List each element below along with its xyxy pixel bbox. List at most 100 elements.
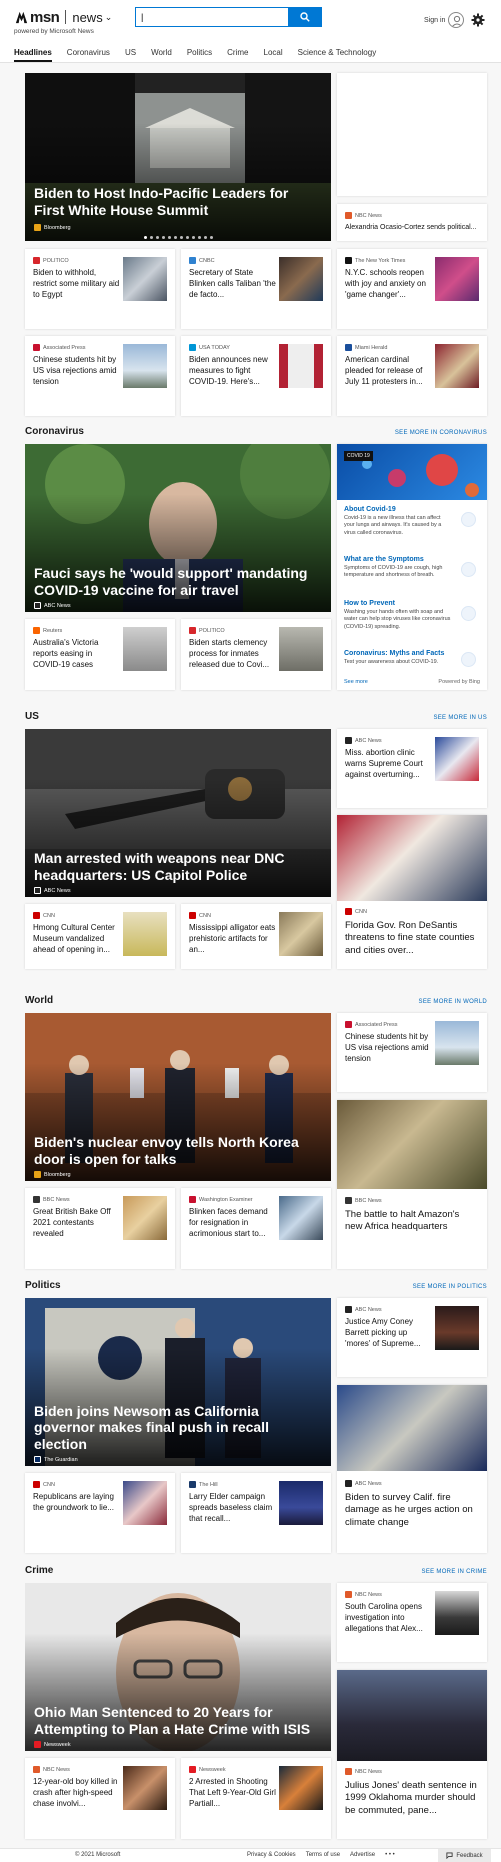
card-title[interactable]: 2 Arrested in Shooting That Left 9-Year-…	[189, 1777, 277, 1809]
news-card-large[interactable]: BBC News The battle to halt Amazon's new…	[337, 1100, 487, 1269]
card-title[interactable]: Biden announces new measures to fight CO…	[189, 355, 277, 387]
card-title[interactable]: Chinese students hit by US visa rejectio…	[345, 1032, 433, 1064]
avatar[interactable]	[448, 12, 464, 28]
card-title[interactable]: Mississippi alligator eats prehistoric a…	[189, 923, 277, 955]
carousel-dot[interactable]	[197, 236, 201, 239]
card-title[interactable]: American cardinal pleaded for release of…	[345, 355, 433, 387]
carousel-dot[interactable]	[191, 236, 195, 239]
news-card[interactable]: CNN Hmong Cultural Center Museum vandali…	[25, 904, 175, 969]
card-title[interactable]: Blinken faces demand for resignation in …	[189, 1207, 277, 1239]
covid-item-about[interactable]: About Covid-19 Covid-19 is a new illness…	[344, 506, 480, 537]
news-card[interactable]: BBC News Great British Bake Off 2021 con…	[25, 1188, 175, 1269]
news-card[interactable]: ABC News Justice Amy Coney Barrett picki…	[337, 1298, 487, 1377]
carousel-dot[interactable]	[209, 236, 213, 239]
hero-headline[interactable]: Biden to Host Indo-Pacific Leaders for F…	[34, 185, 321, 219]
hero-headline[interactable]: Biden's nuclear envoy tells North Korea …	[34, 1134, 321, 1168]
see-more-coronavirus[interactable]: SEE MORE IN CORONAVIRUS	[395, 430, 487, 436]
card-title[interactable]: Biden starts clemency process for inmate…	[189, 638, 277, 670]
tab-us[interactable]: US	[125, 48, 136, 62]
coronavirus-hero-card[interactable]: Fauci says he 'would support' mandating …	[25, 444, 331, 612]
carousel-dot[interactable]	[161, 236, 165, 239]
tab-local[interactable]: Local	[264, 48, 283, 62]
hero-headline[interactable]: Ohio Man Sentenced to 20 Years for Attem…	[34, 1704, 321, 1738]
covid-item-title[interactable]: Coronavirus: Myths and Facts	[344, 650, 480, 657]
news-card[interactable]: Washington Examiner Blinken faces demand…	[181, 1188, 331, 1269]
feedback-button[interactable]: Feedback	[438, 1849, 491, 1862]
card-title[interactable]: Great British Bake Off 2021 contestants …	[33, 1207, 121, 1239]
covid-item-myths[interactable]: Coronavirus: Myths and Facts Test your a…	[344, 650, 480, 667]
news-card[interactable]: Associated Press Chinese students hit by…	[25, 336, 175, 416]
world-hero-card[interactable]: Biden's nuclear envoy tells North Korea …	[25, 1013, 331, 1181]
card-title[interactable]: Larry Elder campaign spreads baseless cl…	[189, 1492, 277, 1524]
carousel-dot[interactable]	[167, 236, 171, 239]
news-card[interactable]: CNN Republicans are laying the groundwor…	[25, 1473, 175, 1553]
news-card[interactable]: USA TODAY Biden announces new measures t…	[181, 336, 331, 416]
card-title[interactable]: Biden to withhold, restrict some militar…	[33, 268, 121, 300]
tab-science-technology[interactable]: Science & Technology	[298, 48, 377, 62]
carousel-dots[interactable]	[25, 236, 331, 239]
card-title[interactable]: The battle to halt Amazon's new Africa h…	[345, 1209, 479, 1234]
search-button[interactable]	[288, 7, 322, 27]
more-options-icon[interactable]: • • •	[385, 1852, 395, 1858]
news-card[interactable]: NBC News South Carolina opens investigat…	[337, 1583, 487, 1662]
gear-icon[interactable]	[471, 13, 485, 27]
see-more-us[interactable]: SEE MORE IN US	[433, 715, 487, 721]
card-title[interactable]: Miss. abortion clinic warns Supreme Cour…	[345, 748, 433, 780]
hero-headline[interactable]: Man arrested with weapons near DNC headq…	[34, 850, 321, 884]
search-input[interactable]	[135, 7, 288, 27]
news-card[interactable]: CNBC Secretary of State Blinken calls Ta…	[181, 249, 331, 329]
news-card[interactable]: POLITICO Biden starts clemency process f…	[181, 619, 331, 690]
card-title[interactable]: Secretary of State Blinken calls Taliban…	[189, 268, 277, 300]
news-card[interactable]: The New York Times N.Y.C. schools reopen…	[337, 249, 487, 329]
card-title[interactable]: Julius Jones' death sentence in 1999 Okl…	[345, 1780, 479, 1817]
privacy-link[interactable]: Privacy & Cookies	[247, 1852, 296, 1858]
carousel-dot[interactable]	[149, 236, 153, 239]
carousel-dot[interactable]	[185, 236, 189, 239]
see-more-politics[interactable]: SEE MORE IN POLITICS	[413, 1284, 487, 1290]
brand[interactable]: msn news ⌄ powered by Microsoft News	[14, 8, 112, 36]
carousel-dot[interactable]	[179, 236, 183, 239]
news-card[interactable]: ABC News Miss. abortion clinic warns Sup…	[337, 729, 487, 808]
carousel-dot[interactable]	[203, 236, 207, 239]
card-title[interactable]: Hmong Cultural Center Museum vandalized …	[33, 923, 121, 955]
terms-link[interactable]: Terms of use	[306, 1852, 340, 1858]
carousel-dot[interactable]	[173, 236, 177, 239]
news-card[interactable]: NBC News 12-year-old boy killed in crash…	[25, 1758, 175, 1839]
covid-see-more-link[interactable]: See more	[344, 679, 368, 685]
covid-item-title[interactable]: How to Prevent	[344, 600, 480, 607]
tab-headlines[interactable]: Headlines	[14, 48, 52, 62]
card-title[interactable]: Chinese students hit by US visa rejectio…	[33, 355, 121, 387]
news-card-large[interactable]: NBC News Julius Jones' death sentence in…	[337, 1670, 487, 1839]
us-hero-card[interactable]: Man arrested with weapons near DNC headq…	[25, 729, 331, 897]
card-title[interactable]: Republicans are laying the groundwork to…	[33, 1492, 121, 1514]
news-card[interactable]: POLITICO Biden to withhold, restrict som…	[25, 249, 175, 329]
card-title[interactable]: South Carolina opens investigation into …	[345, 1602, 433, 1634]
news-card[interactable]: Associated Press Chinese students hit by…	[337, 1013, 487, 1092]
crime-hero-card[interactable]: Ohio Man Sentenced to 20 Years for Attem…	[25, 1583, 331, 1751]
see-more-crime[interactable]: SEE MORE IN CRIME	[422, 1569, 487, 1575]
tab-coronavirus[interactable]: Coronavirus	[67, 48, 110, 62]
news-card[interactable]: NBC News Alexandria Ocasio-Cortez sends …	[337, 204, 487, 241]
advertise-link[interactable]: Advertise	[350, 1852, 375, 1858]
tab-crime[interactable]: Crime	[227, 48, 248, 62]
news-card[interactable]: CNN Mississippi alligator eats prehistor…	[181, 904, 331, 969]
tab-politics[interactable]: Politics	[187, 48, 212, 62]
headline-hero-card[interactable]: Biden to Host Indo-Pacific Leaders for F…	[25, 73, 331, 241]
news-card-large[interactable]: ABC News Biden to survey Calif. fire dam…	[337, 1385, 487, 1553]
card-title[interactable]: Florida Gov. Ron DeSantis threatens to f…	[345, 920, 479, 957]
card-title[interactable]: 12-year-old boy killed in crash after hi…	[33, 1777, 121, 1809]
carousel-dot[interactable]	[143, 236, 147, 239]
covid-item-symptoms[interactable]: What are the Symptoms Symptoms of COVID-…	[344, 556, 480, 580]
hero-headline[interactable]: Biden joins Newsom as California governo…	[34, 1403, 321, 1453]
card-title[interactable]: Justice Amy Coney Barrett picking up 'mo…	[345, 1317, 433, 1349]
politics-hero-card[interactable]: Biden joins Newsom as California governo…	[25, 1298, 331, 1466]
news-card-large[interactable]: CNN Florida Gov. Ron DeSantis threatens …	[337, 815, 487, 969]
covid-item-prevent[interactable]: How to Prevent Washing your hands often …	[344, 600, 480, 631]
covid-item-title[interactable]: About Covid-19	[344, 506, 480, 513]
news-card[interactable]: Miami Herald American cardinal pleaded f…	[337, 336, 487, 416]
card-title[interactable]: Biden to survey Calif. fire damage as he…	[345, 1492, 479, 1529]
tab-world[interactable]: World	[151, 48, 172, 62]
covid-item-title[interactable]: What are the Symptoms	[344, 556, 480, 563]
sign-in-link[interactable]: Sign in	[424, 17, 445, 24]
news-card[interactable]: The Hill Larry Elder campaign spreads ba…	[181, 1473, 331, 1553]
